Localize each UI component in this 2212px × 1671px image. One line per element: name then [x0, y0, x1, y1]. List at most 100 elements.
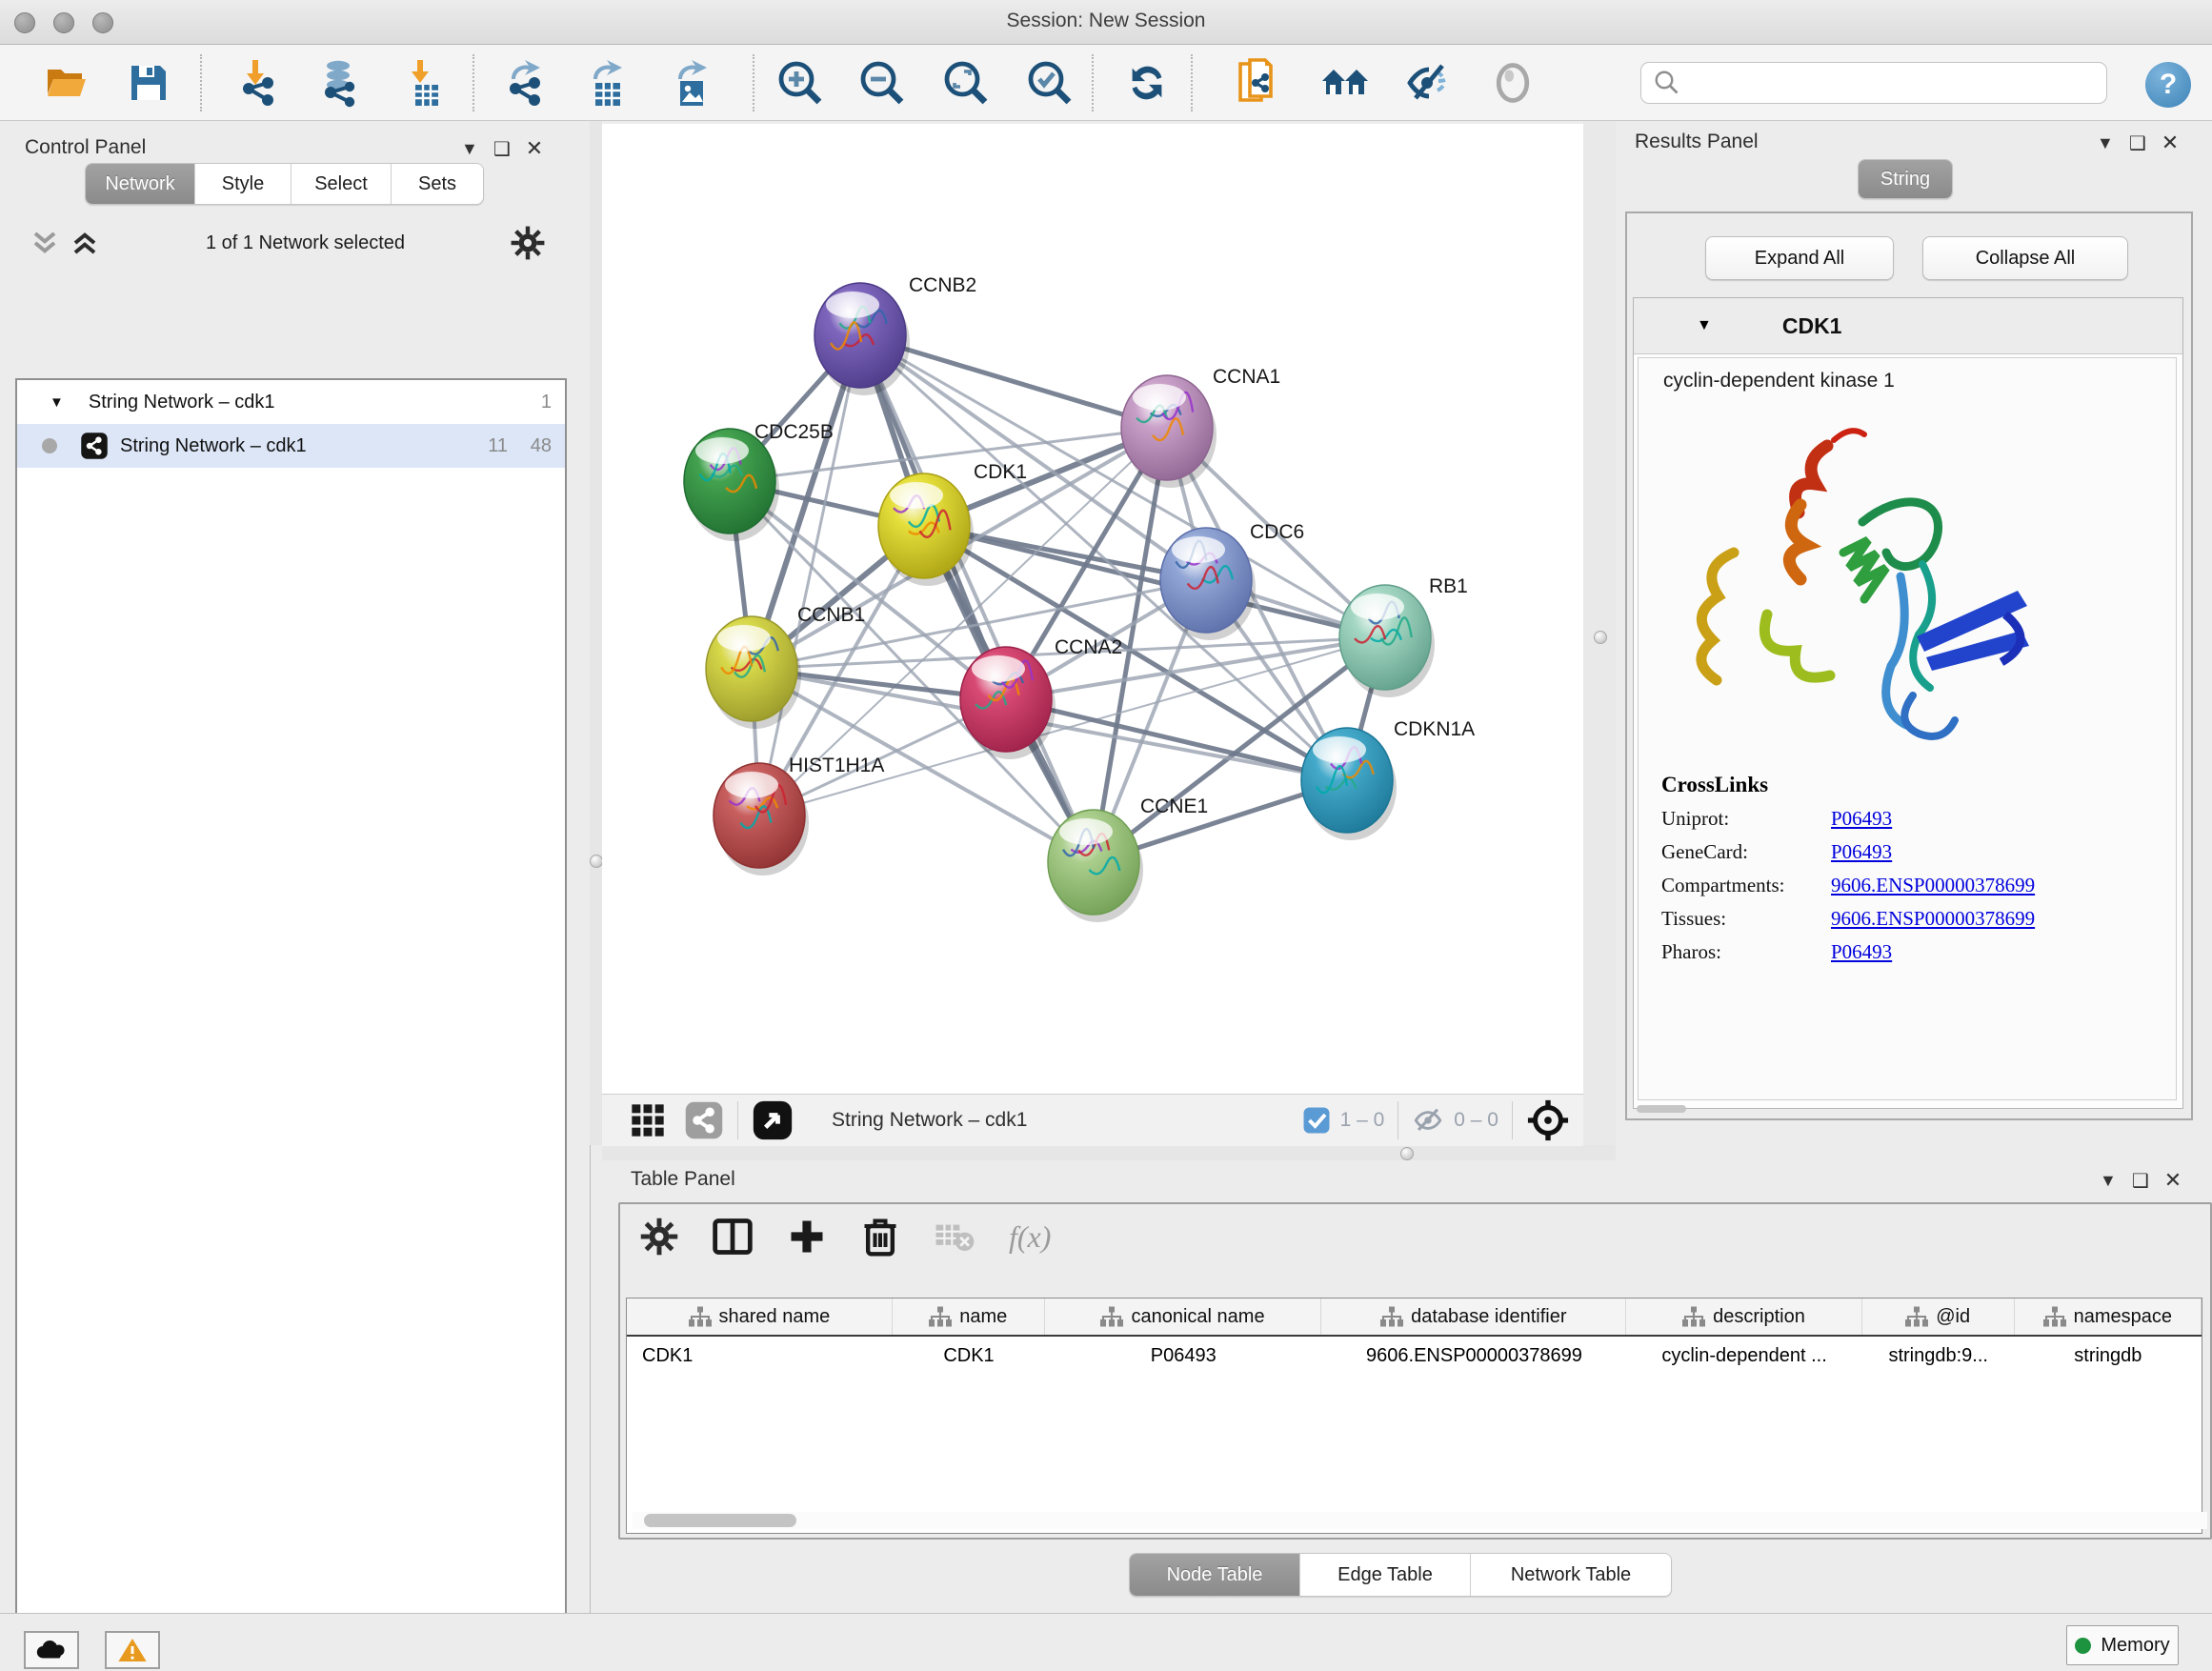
network-node-CDC6[interactable]: CDC6	[1160, 521, 1304, 640]
tab-sets[interactable]: Sets	[392, 164, 483, 204]
delete-table-icon[interactable]	[933, 1218, 976, 1256]
right-splitter[interactable]	[1583, 121, 1616, 1145]
show-graphics-details-button[interactable]	[1486, 58, 1539, 108]
results-hscroll-thumb[interactable]	[1637, 1105, 1686, 1113]
close-panel-icon[interactable]: ✕	[2164, 1168, 2182, 1193]
tab-network-table[interactable]: Network Table	[1471, 1554, 1671, 1596]
node-section-header[interactable]: ▼ CDK1	[1634, 298, 2182, 354]
save-session-button[interactable]	[122, 58, 175, 108]
collapse-panel-icon[interactable]: ▼	[2100, 1171, 2117, 1191]
table-cell[interactable]: CDK1	[893, 1337, 1045, 1375]
crosslink-link[interactable]: 9606.ENSP00000378699	[1831, 874, 2035, 897]
export-table-button[interactable]	[580, 58, 633, 108]
tab-network[interactable]: Network	[86, 164, 195, 204]
cloud-status-button[interactable]	[24, 1631, 79, 1669]
column-header-namespace[interactable]: namespace	[2015, 1299, 2202, 1335]
tab-style[interactable]: Style	[195, 164, 292, 204]
selected-checkbox-icon[interactable]	[1302, 1106, 1331, 1135]
new-network-from-selection-button[interactable]	[1231, 58, 1284, 108]
collection-expander-icon[interactable]: ▼	[50, 394, 64, 411]
table-settings-gear-icon[interactable]	[639, 1217, 679, 1257]
crosslink-label: Pharos:	[1661, 940, 1831, 964]
zoom-out-button[interactable]	[855, 58, 909, 108]
crosslink-link[interactable]: P06493	[1831, 940, 1892, 964]
network-collection-row[interactable]: ▼ String Network – cdk1 1	[17, 380, 565, 424]
column-header-name[interactable]: name	[893, 1299, 1045, 1335]
section-expander-icon[interactable]: ▼	[1697, 317, 1712, 334]
collection-label: String Network – cdk1	[89, 392, 275, 413]
table-cell[interactable]: CDK1	[627, 1337, 893, 1375]
collapse-panel-icon[interactable]: ▼	[461, 139, 478, 159]
table-row[interactable]: CDK1CDK1P064939606.ENSP00000378699cyclin…	[627, 1337, 2202, 1375]
table-cell[interactable]: stringdb:9...	[1862, 1337, 2015, 1375]
network-node-CCNA1[interactable]: CCNA1	[1121, 366, 1280, 488]
float-panel-icon[interactable]: ❑	[2129, 131, 2146, 155]
zoom-fit-button[interactable]	[939, 58, 993, 108]
open-session-button[interactable]	[40, 58, 93, 108]
show-columns-icon[interactable]	[712, 1216, 754, 1258]
float-panel-icon[interactable]: ❑	[2132, 1169, 2149, 1193]
warnings-button[interactable]	[105, 1631, 160, 1669]
network-node-RB1[interactable]: RB1	[1339, 575, 1468, 697]
tab-node-table[interactable]: Node Table	[1130, 1554, 1300, 1596]
collapse-panel-icon[interactable]: ▼	[2097, 133, 2114, 153]
collapse-all-networks-icon[interactable]	[69, 229, 101, 257]
network-node-CCNB1[interactable]: CCNB1	[706, 604, 865, 729]
network-node-CDKN1A[interactable]: CDKN1A	[1301, 718, 1475, 840]
import-network-from-database-button[interactable]	[312, 58, 365, 108]
expand-all-button[interactable]: Expand All	[1705, 236, 1894, 280]
create-column-plus-icon[interactable]	[786, 1216, 828, 1258]
network-canvas[interactable]: CCNB2CCNA1CDC25BCDK1CDC6RB1CCNB1CCNA2CDK…	[602, 124, 1583, 1094]
apply-preferred-layout-button[interactable]	[1120, 58, 1174, 108]
search-input[interactable]	[1640, 62, 2107, 104]
network-row[interactable]: String Network – cdk1 11 48	[17, 424, 565, 468]
network-edge[interactable]	[860, 335, 1094, 862]
column-header-database-identifier[interactable]: database identifier	[1321, 1299, 1626, 1335]
network-node-CCNB2[interactable]: CCNB2	[814, 274, 976, 395]
network-options-gear-icon[interactable]	[510, 225, 546, 261]
network-edge[interactable]	[759, 335, 860, 815]
table-cell[interactable]: cyclin-dependent ...	[1626, 1337, 1861, 1375]
export-network-button[interactable]	[498, 58, 552, 108]
grid-view-icon[interactable]	[629, 1101, 667, 1139]
left-splitter[interactable]	[590, 121, 602, 1145]
network-share-view-icon[interactable]	[684, 1100, 724, 1140]
import-network-button[interactable]	[231, 58, 285, 108]
column-header--id[interactable]: @id	[1862, 1299, 2015, 1335]
network-edge[interactable]	[1006, 699, 1347, 780]
table-cell[interactable]: 9606.ENSP00000378699	[1321, 1337, 1626, 1375]
import-table-button[interactable]	[398, 58, 452, 108]
function-builder-icon[interactable]: f(x)	[1009, 1219, 1051, 1255]
help-button[interactable]: ?	[2145, 62, 2191, 108]
table-cell[interactable]: stringdb	[2015, 1337, 2202, 1375]
column-header-shared-name[interactable]: shared name	[627, 1299, 893, 1335]
network-node-HIST1H1A[interactable]: HIST1H1A	[714, 755, 884, 876]
table-cell[interactable]: P06493	[1045, 1337, 1322, 1375]
close-panel-icon[interactable]: ✕	[2162, 131, 2179, 155]
first-neighbors-button[interactable]	[1318, 58, 1372, 108]
network-graph[interactable]: CCNB2CCNA1CDC25BCDK1CDC6RB1CCNB1CCNA2CDK…	[602, 124, 1583, 1094]
network-label: String Network – cdk1	[120, 435, 307, 457]
zoom-selected-button[interactable]	[1023, 58, 1076, 108]
fit-content-crosshair-icon[interactable]	[1526, 1098, 1570, 1142]
column-header-canonical-name[interactable]: canonical name	[1045, 1299, 1322, 1335]
export-image-button[interactable]	[663, 58, 716, 108]
expand-all-networks-icon[interactable]	[29, 229, 61, 257]
float-panel-icon[interactable]: ❑	[493, 137, 511, 161]
column-header-description[interactable]: description	[1626, 1299, 1861, 1335]
tab-select[interactable]: Select	[292, 164, 392, 204]
close-panel-icon[interactable]: ✕	[526, 136, 543, 161]
birds-eye-view-icon[interactable]	[752, 1099, 794, 1141]
memory-button[interactable]: Memory	[2066, 1625, 2179, 1665]
tab-string[interactable]: String	[1859, 160, 1952, 198]
table-hscroll-thumb[interactable]	[644, 1514, 796, 1527]
crosslink-link[interactable]: 9606.ENSP00000378699	[1831, 907, 2035, 931]
crosslink-link[interactable]: P06493	[1831, 807, 1892, 831]
tab-edge-table[interactable]: Edge Table	[1300, 1554, 1471, 1596]
delete-column-trash-icon[interactable]	[860, 1216, 900, 1258]
collapse-all-button[interactable]: Collapse All	[1922, 236, 2128, 280]
zoom-in-button[interactable]	[774, 58, 827, 108]
hide-selected-button[interactable]	[1402, 58, 1456, 108]
crosslink-link[interactable]: P06493	[1831, 840, 1892, 864]
table-horizontal-scrollbar[interactable]	[633, 1512, 2207, 1529]
